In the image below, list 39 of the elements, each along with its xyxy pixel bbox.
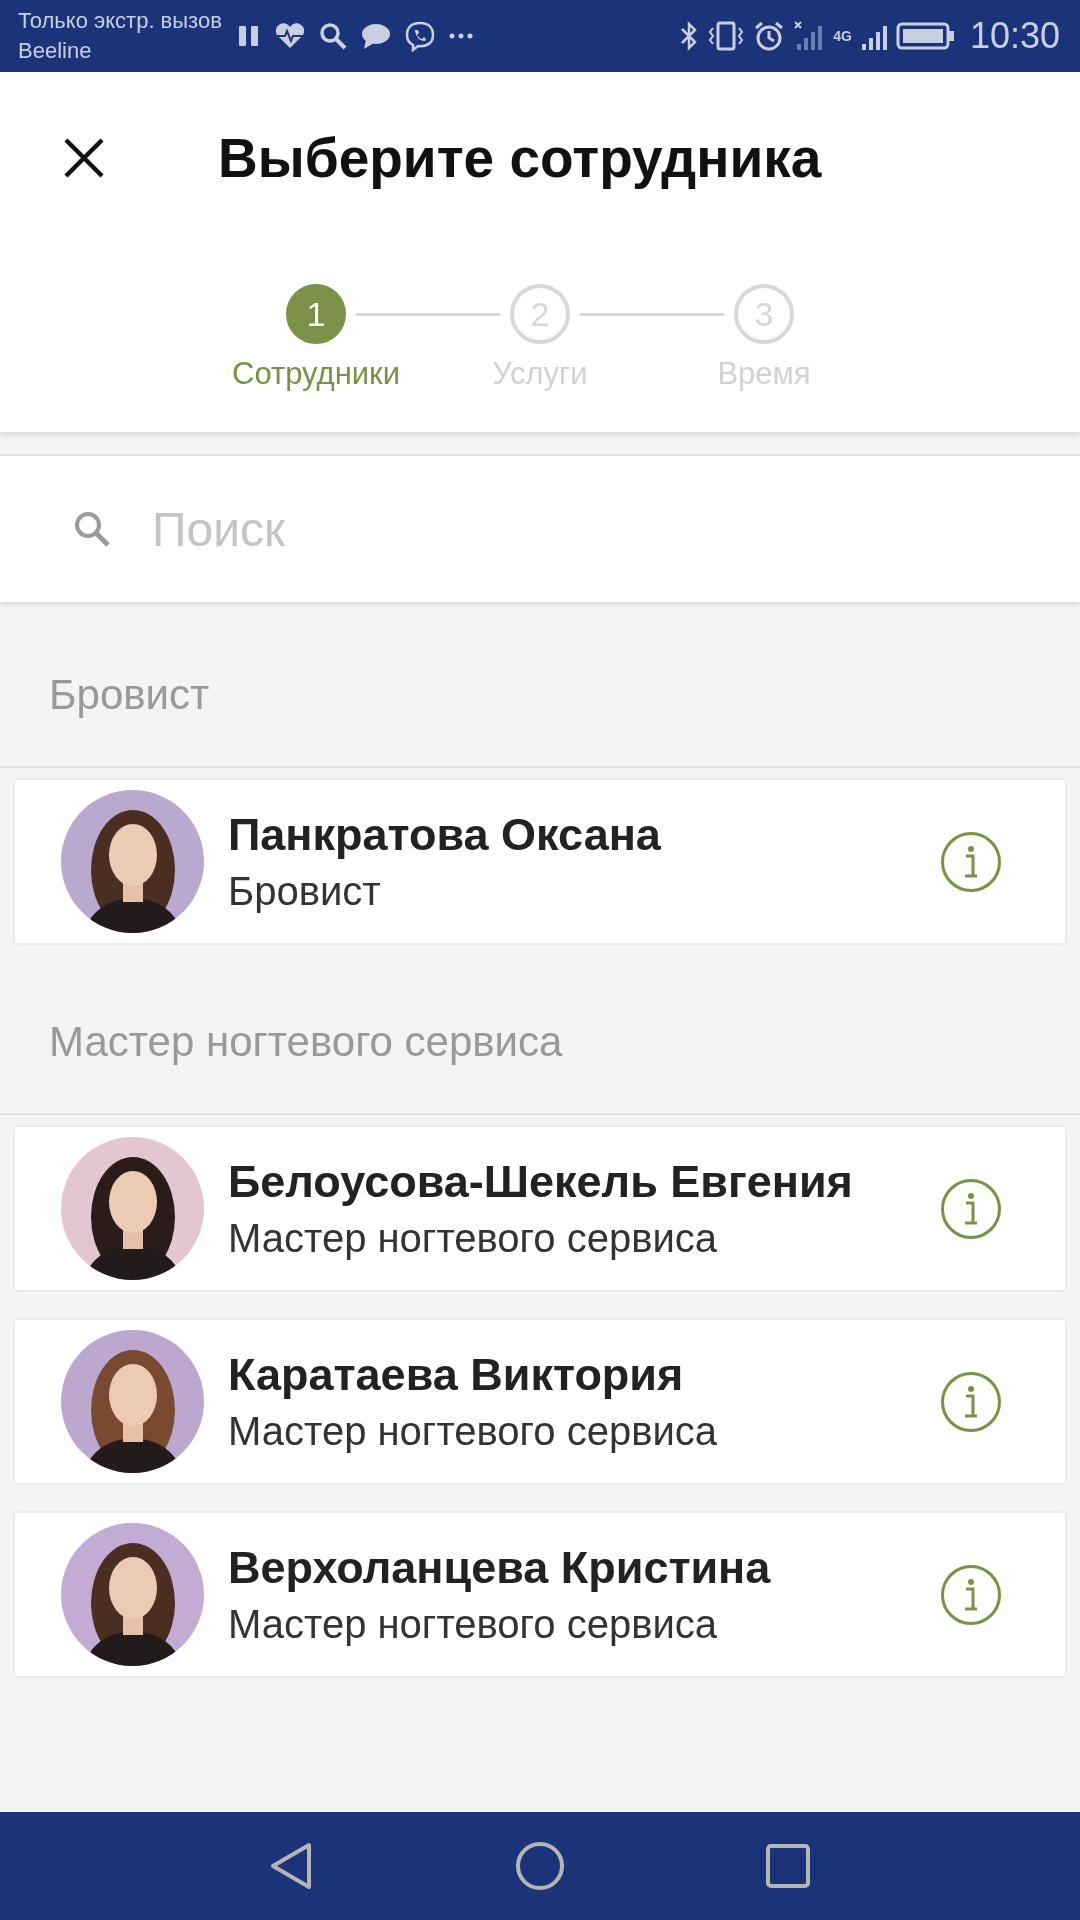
network-type-text: 4G — [833, 28, 852, 44]
battery-icon — [895, 21, 956, 51]
step-number: 1 — [286, 284, 346, 344]
employee-role: Мастер ногтевого сервиса — [228, 1216, 718, 1261]
home-icon[interactable] — [515, 1841, 565, 1891]
info-icon[interactable] — [940, 830, 1002, 893]
vibrate-icon — [707, 20, 746, 52]
employee-card[interactable]: Верхоланцева Кристина Мастер ногтевого сервиса — [13, 1511, 1067, 1678]
chat-icon — [359, 22, 392, 50]
info-icon[interactable] — [940, 1563, 1002, 1626]
clock-text: 10:30 — [969, 15, 1060, 57]
step-label[interactable]: Сотрудники — [232, 356, 400, 392]
search-icon — [72, 509, 112, 549]
section-header: Бровист — [0, 624, 1080, 768]
heart-icon — [273, 22, 306, 50]
employee-role: Бровист — [228, 869, 382, 914]
close-icon — [62, 136, 106, 180]
carrier-text: Только экстр. вызов — [18, 7, 222, 35]
employee-name: Белоусова-Шекель Евгения — [228, 1156, 854, 1208]
employee-name: Верхоланцева Кристина — [228, 1542, 772, 1594]
employee-name: Каратаева Виктория — [228, 1349, 685, 1401]
alarm-icon — [753, 20, 786, 52]
search-field[interactable]: Поиск — [0, 454, 1080, 602]
more-icon — [447, 32, 474, 40]
employee-role: Мастер ногтевого сервиса — [228, 1409, 718, 1454]
employee-name: Панкратова Оксана — [228, 809, 662, 861]
info-icon[interactable] — [940, 1370, 1002, 1433]
page-title: Выберите сотрудника — [218, 126, 822, 190]
carrier-text: Beeline — [18, 37, 93, 65]
search-input[interactable]: Поиск — [150, 500, 854, 558]
employee-card[interactable]: Панкратова Оксана Бровист — [13, 778, 1067, 945]
recents-icon[interactable] — [765, 1843, 811, 1889]
employee-role: Мастер ногтевого сервиса — [228, 1602, 718, 1647]
info-icon[interactable] — [940, 1177, 1002, 1240]
section-header: Мастер ногтевого сервиса — [0, 971, 1080, 1115]
search-icon — [317, 21, 348, 51]
employee-card[interactable]: Белоусова-Шекель Евгения Мастер ногтевого сервиса — [13, 1125, 1067, 1292]
employee-card[interactable]: Каратаева Виктория Мастер ногтевого сервиса — [13, 1318, 1067, 1485]
phone-chat-icon — [403, 20, 436, 52]
